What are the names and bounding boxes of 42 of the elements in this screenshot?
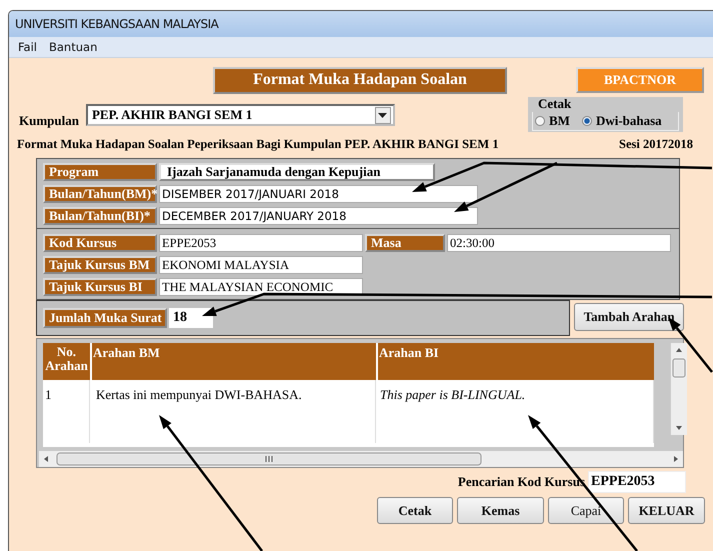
text-field[interactable]: DECEMBER 2017/JANUARY 2018 <box>159 207 478 225</box>
add-button[interactable]: Tambah Arahan <box>574 303 684 331</box>
form-title: Format Muka Hadapan Soalan <box>213 66 507 94</box>
text-field[interactable]: EPPE2053 <box>159 234 363 252</box>
form-description: Format Muka Hadapan Soalan Peperiksaan Bagi Kumpulan PEP. AKHIR BANGI SEM 1 <box>17 137 499 152</box>
action-button[interactable]: KELUAR <box>628 497 705 524</box>
field-label: Program <box>43 163 157 181</box>
session-label: Sesi 20172018 <box>619 137 693 152</box>
table-cell: 1 <box>43 380 90 443</box>
field-label: Bulan/Tahun(BI)* <box>43 207 157 225</box>
radio-label[interactable]: BM <box>548 113 570 129</box>
field-label: Kod Kursus <box>43 234 157 252</box>
radio-button[interactable] <box>582 116 592 126</box>
action-button[interactable]: Kemas <box>457 497 544 524</box>
menu-item[interactable]: Fail <box>18 40 37 54</box>
column-header: Arahan BI <box>378 343 654 380</box>
text-field[interactable]: 18 <box>169 308 213 328</box>
text-field[interactable]: Ijazah Sarjanamuda dengan Kepujian <box>159 163 435 181</box>
text-field[interactable]: EKONOMI MALAYSIA <box>159 256 363 274</box>
vertical-scrollbar[interactable] <box>670 343 687 435</box>
field-label: Tajuk Kursus BI <box>43 278 157 296</box>
text-field[interactable]: 02:30:00 <box>447 234 671 252</box>
field-label: Tajuk Kursus BM <box>43 256 157 274</box>
radio-button[interactable] <box>534 116 545 126</box>
action-button[interactable]: Cetak <box>377 497 453 524</box>
group-dropdown[interactable]: PEP. AKHIR BANGI SEM 1 <box>86 104 395 126</box>
menu-item[interactable]: Bantuan <box>49 40 98 54</box>
action-button[interactable]: Capai <box>548 497 624 524</box>
table-cell: This paper is BI-LINGUAL. <box>378 380 654 443</box>
search-field[interactable]: EPPE2053 <box>588 471 686 493</box>
field-label: Bulan/Tahun(BM)* <box>43 185 157 203</box>
window-title: UNIVERSITI KEBANGSAAN MALAYSIA <box>15 17 218 31</box>
field-label: Jumlah Muka Surat <box>43 308 167 328</box>
horizontal-scrollbar[interactable] <box>39 451 683 467</box>
column-header: Arahan BM <box>92 343 376 380</box>
group-title: Cetak <box>538 97 572 110</box>
text-field[interactable]: THE MALAYSIAN ECONOMIC <box>159 278 363 296</box>
field-label: Masa <box>365 234 445 252</box>
text-field[interactable]: DISEMBER 2017/JANUARI 2018 <box>159 185 478 203</box>
radio-label[interactable]: Dwi-bahasa <box>596 113 662 129</box>
column-header: No. Arahan <box>43 343 90 380</box>
field-label: Kumpulan <box>19 113 79 129</box>
